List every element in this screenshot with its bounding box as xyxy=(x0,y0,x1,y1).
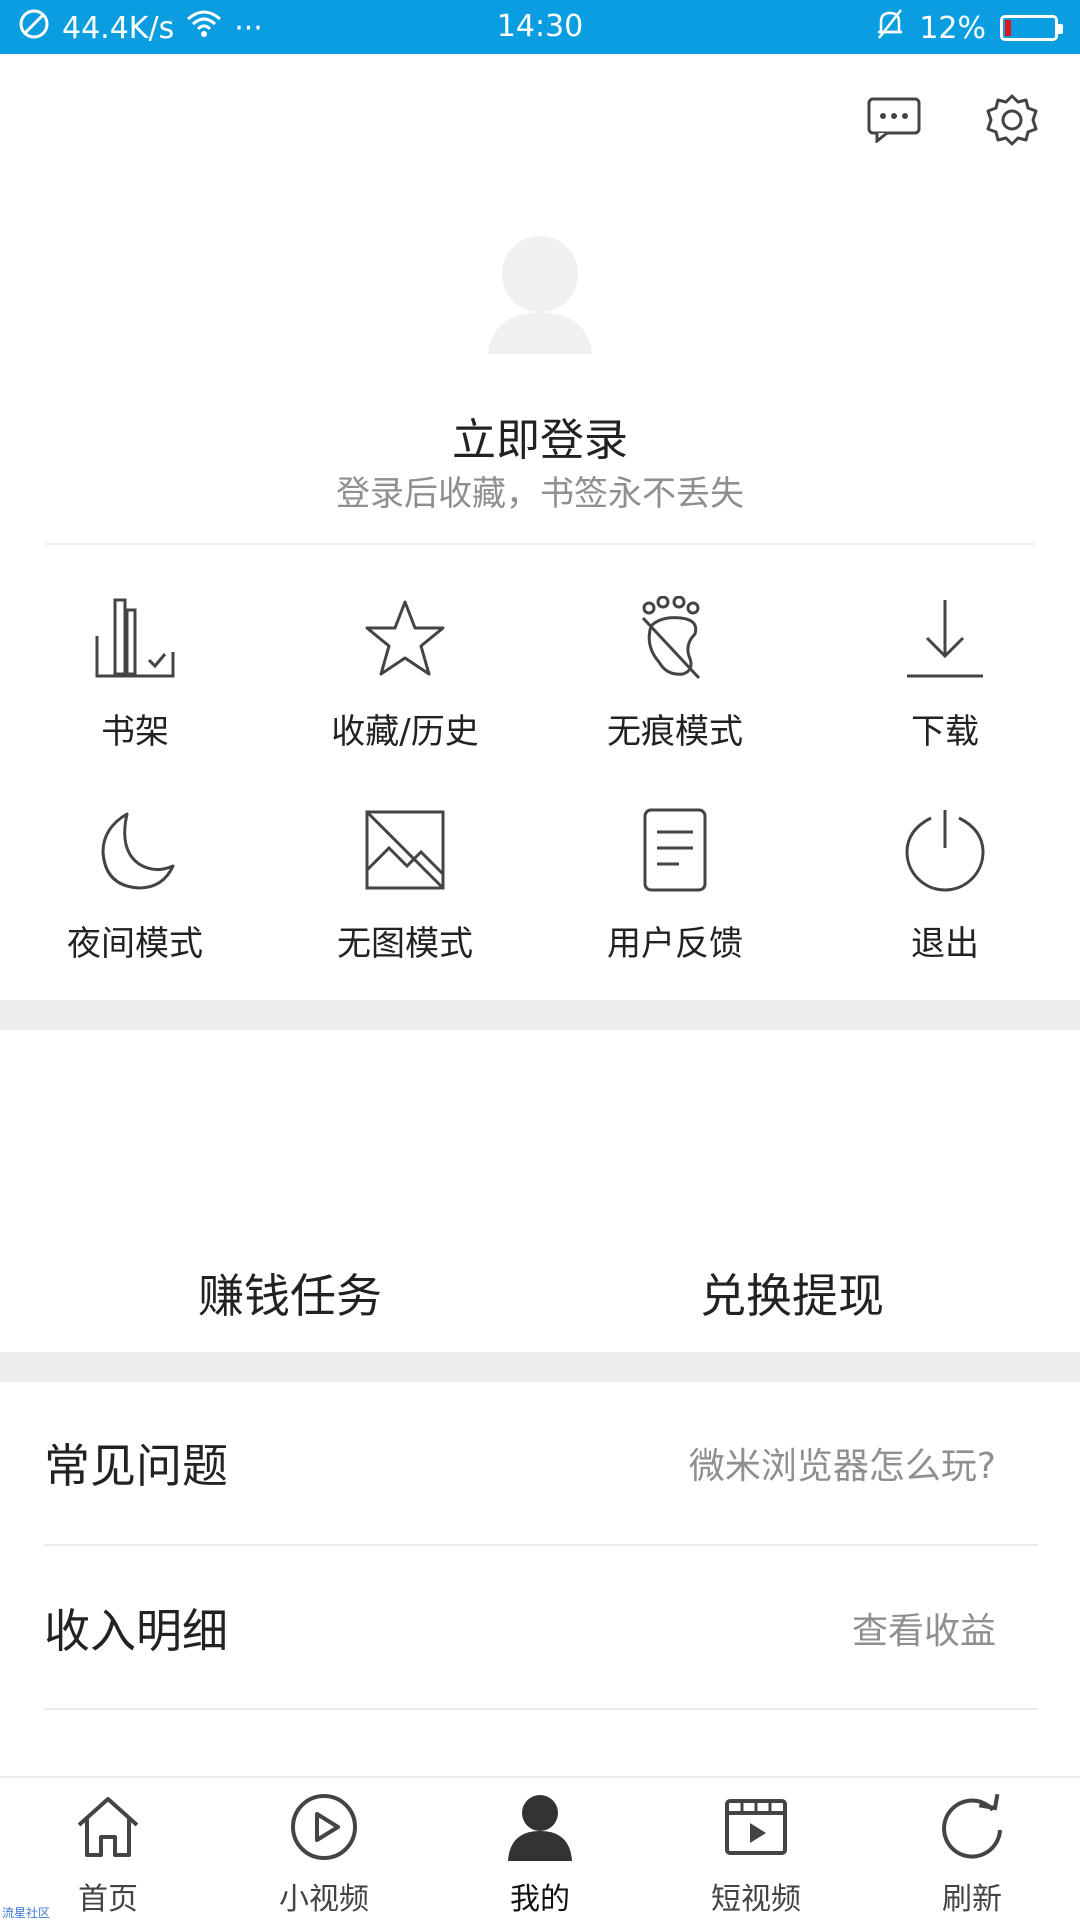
home-icon xyxy=(73,1792,143,1862)
no-image-icon xyxy=(360,802,450,898)
divider xyxy=(44,543,1036,545)
battery-icon xyxy=(1000,15,1063,41)
grid-item-label: 无痕模式 xyxy=(607,712,743,752)
bookshelf-icon xyxy=(90,590,180,686)
tab-label: 刷新 xyxy=(942,1882,1002,1917)
grid-item-label: 收藏/历史 xyxy=(331,712,479,752)
grid-row: 书架 收藏/历史 无痕模式 下载 xyxy=(0,590,1080,802)
tab-label: 小视频 xyxy=(279,1882,369,1917)
status-right: 12% xyxy=(875,8,1063,48)
grid-item-bookshelf[interactable]: 书架 xyxy=(0,590,270,802)
status-bar: 44.4K/s ··· 14:30 12% xyxy=(0,0,1080,54)
grid-item-exit[interactable]: 退出 xyxy=(810,802,1080,1014)
grid-item-label: 无图模式 xyxy=(337,924,473,964)
tab-video[interactable]: 短视频 xyxy=(648,1778,864,1920)
power-icon xyxy=(900,802,990,898)
tab-label: 短视频 xyxy=(711,1882,801,1917)
message-icon[interactable] xyxy=(866,92,922,148)
section-gap xyxy=(0,1000,1080,1030)
grid-item-download[interactable]: 下载 xyxy=(810,590,1080,802)
grid-item-favorites[interactable]: 收藏/历史 xyxy=(270,590,540,802)
tab-refresh[interactable]: 刷新 xyxy=(864,1778,1080,1920)
task-row: 赚钱任务 兑换提现 xyxy=(0,1260,1080,1326)
section-gap xyxy=(0,1352,1080,1382)
tab-label: 首页 xyxy=(78,1882,138,1917)
tab-label: 我的 xyxy=(510,1882,570,1917)
list-item-label: 收入明细 xyxy=(44,1604,228,1658)
login-title[interactable]: 立即登录 xyxy=(0,404,1080,468)
login-subtitle: 登录后收藏，书签永不丢失 xyxy=(336,474,744,514)
watermark: 流星社区 xyxy=(2,1906,51,1920)
download-icon xyxy=(900,590,990,686)
grid-item-incognito[interactable]: 无痕模式 xyxy=(540,590,810,802)
play-circle-icon xyxy=(289,1792,359,1862)
grid-item-no-image[interactable]: 无图模式 xyxy=(270,802,540,1014)
star-icon xyxy=(360,590,450,686)
grid-item-feedback[interactable]: 用户反馈 xyxy=(540,802,810,1014)
battery-percent: 12% xyxy=(919,10,986,46)
header-actions xyxy=(866,92,1040,148)
list-item-faq[interactable]: 常见问题 微米浏览器怎么玩? xyxy=(44,1382,1038,1546)
alarm-off-icon xyxy=(875,8,905,48)
document-icon xyxy=(630,802,720,898)
tab-short-video[interactable]: 小视频 xyxy=(216,1778,432,1920)
earn-tasks-button[interactable]: 赚钱任务 xyxy=(0,1260,540,1326)
redeem-button[interactable]: 兑换提现 xyxy=(540,1260,1080,1326)
grid-item-label: 夜间模式 xyxy=(67,924,203,964)
avatar[interactable] xyxy=(484,228,596,354)
moon-icon xyxy=(90,802,180,898)
list-item-income[interactable]: 收入明细 查看收益 xyxy=(44,1548,1038,1710)
list-item-label: 常见问题 xyxy=(44,1439,228,1493)
gear-icon[interactable] xyxy=(984,92,1040,148)
grid-item-label: 退出 xyxy=(911,924,979,964)
refresh-icon xyxy=(937,1792,1007,1862)
grid-row: 夜间模式 无图模式 用户反馈 退出 xyxy=(0,802,1080,1014)
battery-fill xyxy=(1005,20,1011,36)
feature-grid: 书架 收藏/历史 无痕模式 下载 夜间模式 无图模式 用户反馈 退出 xyxy=(0,590,1080,1014)
tab-mine[interactable]: 我的 xyxy=(432,1778,648,1920)
grid-item-label: 用户反馈 xyxy=(607,924,743,964)
list-item-value: 微米浏览器怎么玩? xyxy=(688,1446,996,1487)
tab-bar: 首页 小视频 我的 短视频 刷新 xyxy=(0,1776,1080,1920)
video-clapper-icon xyxy=(721,1792,791,1862)
grid-item-label: 书架 xyxy=(101,712,169,752)
grid-item-night-mode[interactable]: 夜间模式 xyxy=(0,802,270,1014)
footprint-off-icon xyxy=(630,590,720,686)
grid-item-label: 下载 xyxy=(911,712,979,752)
tab-home[interactable]: 首页 xyxy=(0,1778,216,1920)
list-item-value: 查看收益 xyxy=(851,1611,996,1652)
user-icon xyxy=(505,1792,575,1862)
